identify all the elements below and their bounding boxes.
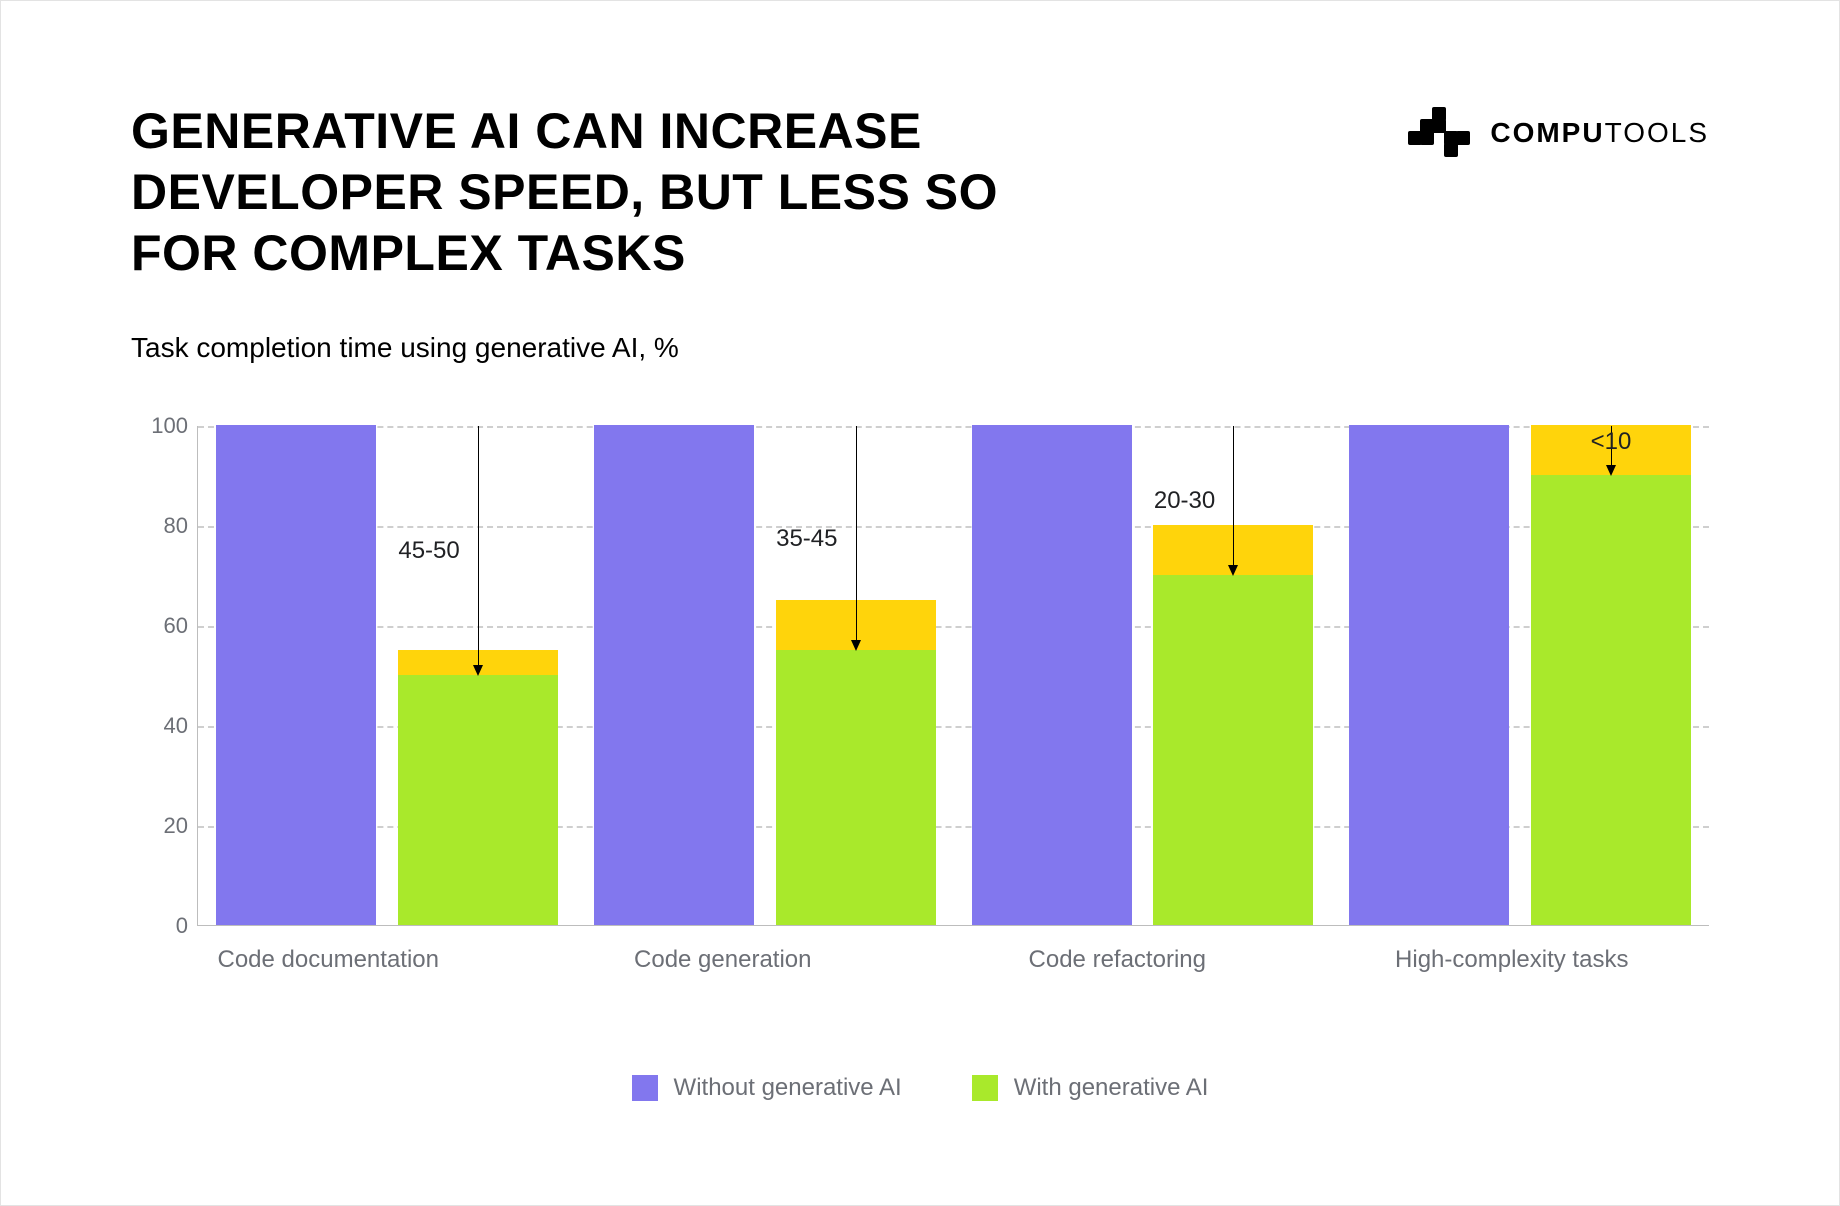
x-tick-label: Code documentation [131, 946, 526, 974]
legend-with: With generative AI [972, 1074, 1209, 1102]
x-tick-label: Code generation [526, 946, 921, 974]
bar-with-lower [776, 650, 936, 925]
bar-with-upper [1153, 525, 1313, 575]
bar-with [1531, 425, 1691, 925]
x-tick-label: High-complexity tasks [1315, 946, 1710, 974]
chart-card: GENERATIVE AI CAN INCREASE DEVELOPER SPE… [0, 0, 1840, 1206]
bar-with-lower [1531, 475, 1691, 925]
bar-with [776, 600, 936, 925]
bar-group: 35-45 [576, 426, 954, 925]
y-tick-label: 80 [142, 513, 188, 539]
brand-logo: COMPUTOOLS [1408, 107, 1709, 159]
brand-name: COMPUTOOLS [1490, 117, 1709, 149]
x-tick-label: Code refactoring [920, 946, 1315, 974]
bar-without [216, 425, 376, 925]
chart: 02040608010045-5035-4520-30<10 Code docu… [131, 426, 1709, 1016]
annotation-label: 35-45 [776, 525, 837, 553]
legend-swatch-without [632, 1075, 658, 1101]
bar-group: 20-30 [954, 426, 1332, 925]
legend-without: Without generative AI [632, 1074, 902, 1102]
chart-subtitle: Task completion time using generative AI… [131, 332, 1709, 364]
brand-name-left: COMPU [1490, 117, 1604, 148]
bar-with-upper [776, 600, 936, 650]
bar-group: 45-50 [198, 426, 576, 925]
bar-without [972, 425, 1132, 925]
bar-group: <10 [1331, 426, 1709, 925]
bar-with-upper [398, 650, 558, 675]
bar-with-lower [398, 675, 558, 925]
chart-title: GENERATIVE AI CAN INCREASE DEVELOPER SPE… [131, 101, 1101, 284]
y-tick-label: 60 [142, 613, 188, 639]
y-tick-label: 0 [142, 913, 188, 939]
arrow-line [478, 426, 479, 665]
bar-with-upper [1531, 425, 1691, 475]
bar-with [1153, 525, 1313, 925]
bar-with [398, 650, 558, 925]
bar-without [594, 425, 754, 925]
y-tick-label: 100 [142, 413, 188, 439]
y-tick-label: 20 [142, 813, 188, 839]
legend-label-with: With generative AI [1014, 1074, 1209, 1102]
brand-name-right: TOOLS [1605, 117, 1709, 148]
y-tick-label: 40 [142, 713, 188, 739]
legend-swatch-with [972, 1075, 998, 1101]
annotation-label: 20-30 [1154, 487, 1215, 515]
brand-logo-icon [1408, 107, 1470, 159]
legend: Without generative AI With generative AI [131, 1074, 1709, 1102]
bar-without [1349, 425, 1509, 925]
legend-label-without: Without generative AI [674, 1074, 902, 1102]
annotation-label: 45-50 [398, 537, 459, 565]
bar-with-lower [1153, 575, 1313, 925]
header: GENERATIVE AI CAN INCREASE DEVELOPER SPE… [131, 101, 1709, 284]
plot-area: 02040608010045-5035-4520-30<10 [197, 426, 1709, 926]
